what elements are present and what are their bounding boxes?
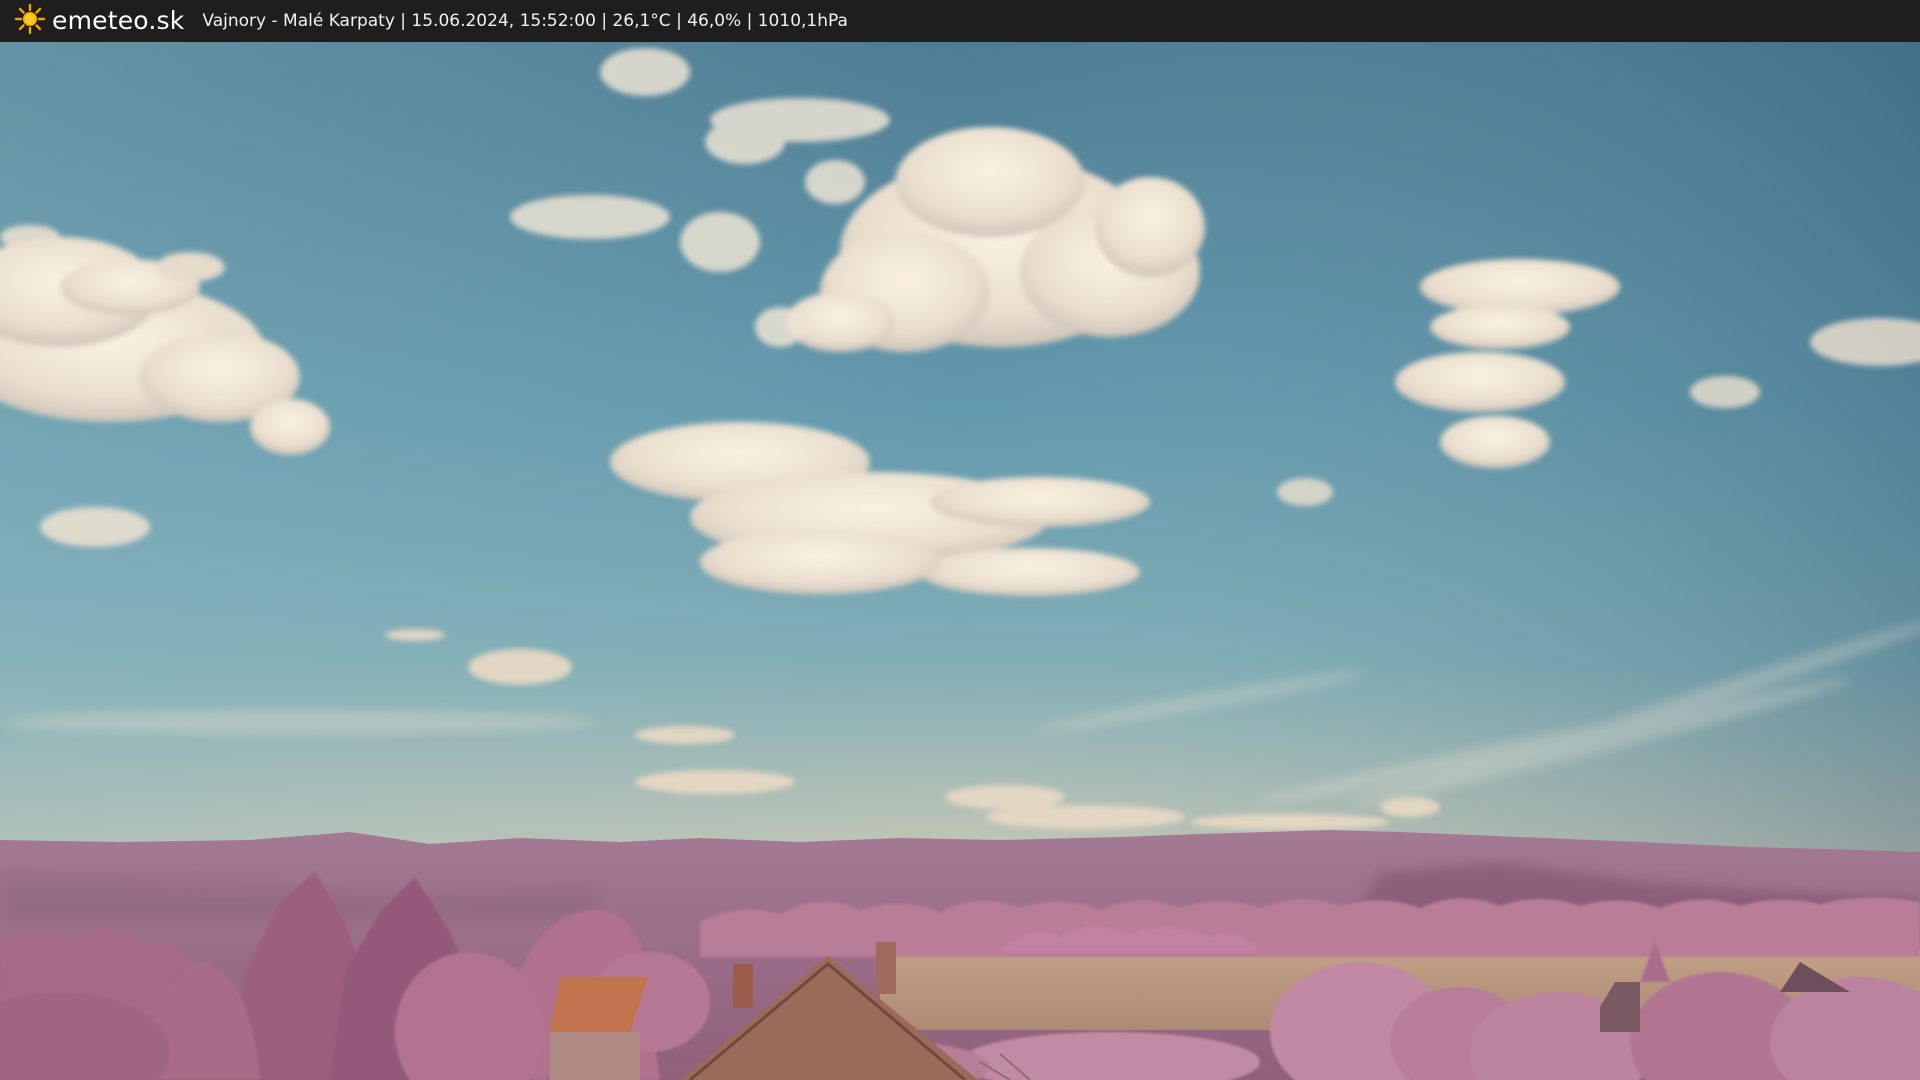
sun-icon [14, 3, 46, 39]
brand-name: emeteo.sk [52, 6, 185, 35]
webcam-caption: Vajnory - Malé Karpaty | 15.06.2024, 15:… [202, 11, 848, 31]
brand-logo[interactable]: emeteo.sk [14, 0, 184, 42]
caption-bar: emeteo.sk Vajnory - Malé Karpaty | 15.06… [0, 0, 1920, 42]
webcam-page: emeteo.sk Vajnory - Malé Karpaty | 15.06… [0, 0, 1920, 1080]
webcam-image [0, 42, 1920, 1080]
